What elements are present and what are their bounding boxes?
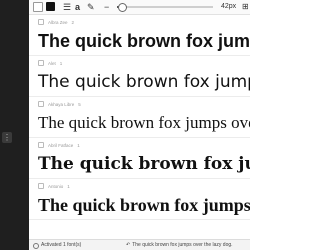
font-checkbox[interactable] — [38, 183, 44, 189]
font-sample-text: The quick brown fox jumps ov — [38, 31, 250, 51]
style-count: 1 — [59, 60, 63, 66]
activated-count-text: Activated 1 font(s) — [41, 242, 82, 248]
font-name: Albra Zee — [48, 19, 68, 25]
font-checkbox[interactable] — [38, 142, 44, 148]
font-checkbox[interactable] — [38, 60, 44, 66]
status-dot-icon — [33, 242, 39, 249]
font-name: Alet — [48, 60, 56, 66]
sidebar: ⋮ — [0, 0, 29, 250]
font-sample-text: The quick brown fox jumps ov — [38, 154, 250, 174]
status-sample[interactable]: ↶ The quick brown fox jumps over the laz… — [126, 240, 233, 250]
black-background-swatch[interactable] — [46, 2, 55, 11]
font-checkbox[interactable] — [38, 101, 44, 107]
font-list: Albra Zee 2 The quick brown fox jumps ov… — [29, 15, 250, 220]
style-count: 1 — [67, 183, 70, 189]
font-size-slider-knob[interactable] — [117, 3, 127, 12]
undo-icon: ↶ — [126, 242, 131, 248]
font-meta: Antonio 1 — [38, 183, 70, 189]
style-count: 2 — [71, 19, 75, 25]
main-panel: ☰ a ✎ − 42px ⊞ Albra Zee 2 The quick bro… — [29, 0, 250, 250]
font-size-slider[interactable] — [117, 3, 213, 12]
font-row[interactable]: Abril Fatface 1 The quick brown fox jump… — [29, 138, 250, 179]
grid-view-icon[interactable]: ⊞ — [242, 0, 249, 14]
font-sample-text: The quick brown fox jumps o — [38, 195, 250, 215]
font-sample-text: The quick brown fox jumps over the — [38, 72, 250, 92]
list-icon[interactable]: ☰ — [63, 0, 71, 14]
style-count: 1 — [77, 142, 80, 148]
status-bar: Activated 1 font(s) ↶ The quick brown fo… — [29, 239, 250, 250]
font-name: Abril Fatface — [48, 142, 74, 148]
font-meta: Abril Fatface 1 — [38, 142, 80, 148]
font-size-label: 42px — [221, 3, 237, 10]
style-count: 5 — [78, 101, 81, 107]
status-activated: Activated 1 font(s) — [33, 240, 81, 250]
white-background-swatch[interactable] — [33, 2, 43, 12]
font-row[interactable]: Akhaya Libre 5 The quick brown fox jumps… — [29, 97, 250, 138]
sample-preview-text: The quick brown fox jumps over the lazy … — [132, 242, 233, 248]
font-meta: Albra Zee 2 — [38, 19, 74, 25]
sample-text-icon[interactable]: ✎ — [87, 0, 95, 14]
font-row[interactable]: Alet 1 The quick brown fox jumps over th… — [29, 56, 250, 97]
font-row[interactable]: Antonio 1 The quick brown fox jumps o — [29, 179, 250, 220]
font-checkbox[interactable] — [38, 19, 44, 25]
font-sample-text: The quick brown fox jumps over the l — [38, 113, 250, 132]
font-meta: Akhaya Libre 5 — [38, 101, 81, 107]
font-row[interactable]: Albra Zee 2 The quick brown fox jumps ov — [29, 15, 250, 56]
toolbar: ☰ a ✎ − 42px ⊞ — [29, 0, 250, 15]
font-meta: Alet 1 — [38, 60, 62, 66]
sidebar-toggle-icon[interactable]: ⋮ — [2, 132, 12, 143]
font-name: Antonio — [48, 183, 64, 189]
text-size-icon[interactable]: a — [75, 0, 80, 14]
font-name: Akhaya Libre — [48, 101, 75, 107]
minus-icon[interactable]: − — [104, 0, 109, 14]
